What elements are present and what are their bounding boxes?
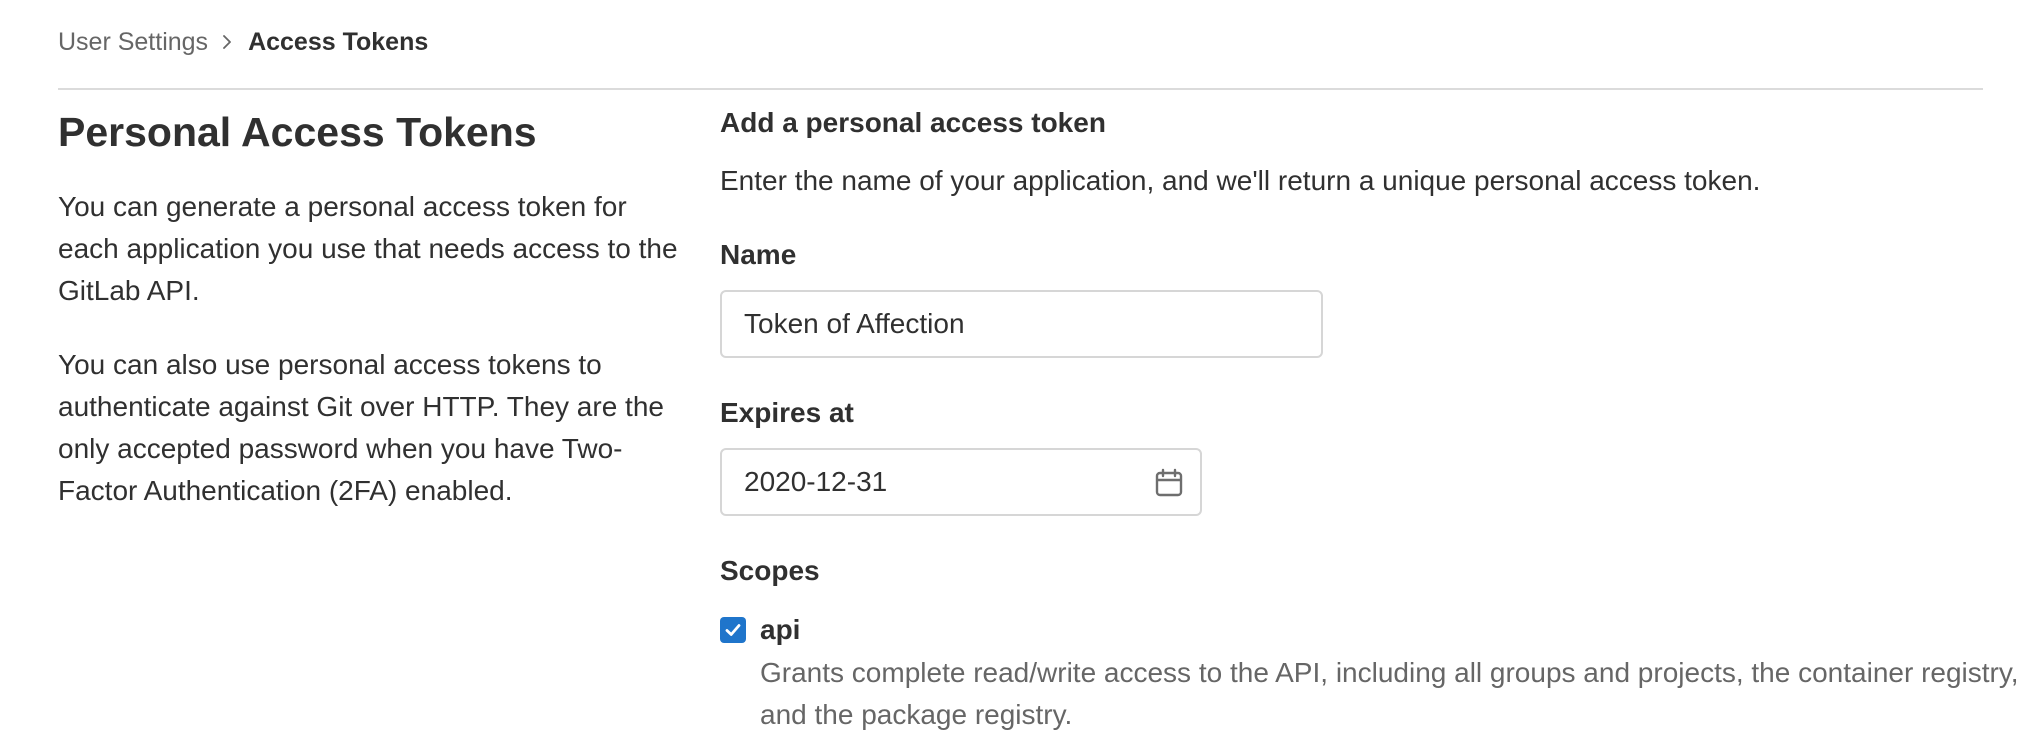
form-title: Add a personal access token (720, 107, 1106, 138)
expires-at-input[interactable] (722, 450, 1200, 514)
header-divider (58, 88, 1983, 90)
scope-api-body: api Grants complete read/write access to… (760, 612, 2020, 736)
scope-api-description: Grants complete read/write access to the… (760, 657, 2019, 730)
form-help-text: Enter the name of your application, and … (720, 165, 1761, 196)
calendar-icon[interactable] (1154, 468, 1184, 498)
chevron-right-icon (222, 35, 232, 49)
breadcrumb-user-settings-link[interactable]: User Settings (58, 28, 208, 57)
checkmark-icon (725, 624, 741, 636)
name-label: Name (720, 239, 797, 270)
intro-section: Personal Access Tokens You can generate … (58, 108, 678, 512)
breadcrumb-current[interactable]: Access Tokens (248, 28, 428, 57)
expires-at-field (720, 448, 1202, 516)
scope-api-row: api Grants complete read/write access to… (720, 612, 2019, 736)
token-form: Add a personal access token Enter the na… (720, 104, 2019, 736)
expires-at-label: Expires at (720, 397, 854, 428)
intro-paragraph-1: You can generate a personal access token… (58, 191, 678, 306)
page-title: Personal Access Tokens (58, 109, 537, 155)
scopes-label: Scopes (720, 555, 820, 586)
scope-api-name[interactable]: api (760, 612, 2020, 648)
breadcrumb: User Settings Access Tokens (58, 26, 428, 58)
intro-paragraph-2: You can also use personal access tokens … (58, 349, 664, 506)
scope-api-checkbox[interactable] (720, 617, 746, 643)
token-name-input[interactable] (720, 290, 1323, 358)
